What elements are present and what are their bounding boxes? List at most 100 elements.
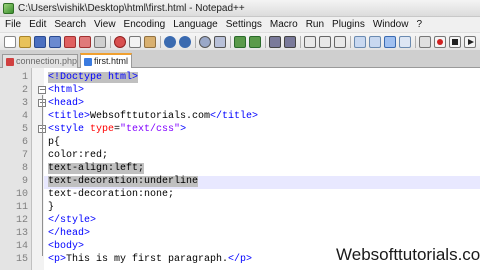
line-number: 10: [15, 189, 28, 200]
line-number: 2: [21, 85, 28, 96]
print-icon[interactable]: [94, 36, 106, 48]
line-number: 9: [21, 176, 28, 187]
notepad-plus-plus-app-icon: [3, 3, 14, 14]
copy-icon[interactable]: [129, 36, 141, 48]
zoom-in-icon[interactable]: [234, 36, 246, 48]
record-macro-icon[interactable]: [434, 36, 446, 48]
code-line: p{: [48, 136, 60, 149]
toolbar-separator: [230, 36, 231, 48]
play-macro-icon[interactable]: [464, 36, 476, 48]
replace-icon[interactable]: [214, 36, 226, 48]
tab-label: connection.php: [16, 56, 78, 66]
code-line: </head>: [48, 227, 90, 240]
line-number: 12: [15, 215, 28, 226]
code-token: </style>: [48, 215, 97, 226]
menu-macro[interactable]: Macro: [266, 17, 302, 33]
doc-map-icon[interactable]: [369, 36, 381, 48]
toolbar-separator: [110, 36, 111, 48]
close-all-icon[interactable]: [79, 36, 91, 48]
window-title: C:\Users\vishik\Desktop\html\first.html …: [18, 3, 245, 14]
code-line: color:red;: [48, 149, 108, 162]
toolbar-separator: [415, 36, 416, 48]
fold-toggle-icon[interactable]: −: [38, 86, 46, 94]
redo-icon[interactable]: [179, 36, 191, 48]
code-token: </p>: [228, 254, 253, 265]
code-token: <title>: [48, 111, 91, 122]
unsaved-file-icon: [6, 58, 14, 66]
code-token: This is my first paragraph.: [66, 254, 229, 265]
find-icon[interactable]: [199, 36, 211, 48]
zoom-out-icon[interactable]: [249, 36, 261, 48]
show-all-chars-icon[interactable]: [319, 36, 331, 48]
new-file-icon[interactable]: [4, 36, 16, 48]
menu-encoding[interactable]: Encoding: [120, 17, 170, 33]
code-token: <p>: [48, 254, 67, 265]
code-line: <style type="text/css">: [48, 123, 186, 136]
line-number: 5: [21, 124, 28, 135]
toolbar-separator: [160, 36, 161, 48]
tab-connection-php[interactable]: connection.php: [2, 54, 78, 68]
menu-run[interactable]: Run: [302, 17, 328, 33]
menu-edit[interactable]: Edit: [25, 17, 50, 33]
menu-bar: File Edit Search View Encoding Language Settin…: [0, 17, 480, 33]
code-token: type: [90, 124, 115, 135]
stop-macro-icon[interactable]: [449, 36, 461, 48]
code-editor[interactable]: 1 2 3 4 5 6 7 8 9 10 11 12 13 14 15 <!Doctype html> <ht…: [0, 68, 480, 270]
code-token: </head>: [48, 228, 91, 239]
code-token: <body>: [48, 241, 85, 252]
line-number: 4: [21, 111, 28, 122]
menu-settings[interactable]: Settings: [222, 17, 266, 33]
lang-icon[interactable]: [354, 36, 366, 48]
word-wrap-icon[interactable]: [304, 36, 316, 48]
title-bar: C:\Users\vishik\Desktop\html\first.html …: [0, 0, 480, 17]
code-token: text-decoration:none;: [48, 189, 175, 200]
code-token: }: [48, 202, 55, 213]
code-token: text-decoration:underline: [48, 176, 199, 187]
code-line: <p>This is my first paragraph.</p>: [48, 253, 252, 266]
line-number: 11: [15, 202, 28, 213]
code-token: color:red;: [48, 150, 109, 161]
line-number: 14: [15, 241, 28, 252]
undo-icon[interactable]: [164, 36, 176, 48]
menu-language[interactable]: Language: [169, 17, 222, 33]
tab-first-html[interactable]: first.html: [80, 53, 132, 68]
close-icon[interactable]: [64, 36, 76, 48]
watermark: Websofttutorials.com: [336, 245, 480, 264]
tab-label: first.html: [94, 56, 129, 66]
toolbar: [0, 33, 480, 51]
code-line: }: [48, 201, 54, 214]
folder-workspace-icon[interactable]: [399, 36, 411, 48]
toolbar-separator: [300, 36, 301, 48]
fold-line: [42, 95, 43, 256]
sync-vertical-icon[interactable]: [269, 36, 281, 48]
code-line: text-decoration:none;: [48, 188, 174, 201]
save-all-icon[interactable]: [49, 36, 61, 48]
code-token: <!Doctype html>: [48, 72, 139, 83]
code-line: text-align:left;: [48, 162, 145, 175]
menu-window[interactable]: Window: [369, 17, 413, 33]
toolbar-separator: [265, 36, 266, 48]
menu-view[interactable]: View: [90, 17, 120, 33]
menu-search[interactable]: Search: [50, 17, 90, 33]
open-file-icon[interactable]: [19, 36, 31, 48]
menu-plugins[interactable]: Plugins: [328, 17, 369, 33]
paste-icon[interactable]: [144, 36, 156, 48]
toolbar-separator: [350, 36, 351, 48]
sync-horizontal-icon[interactable]: [284, 36, 296, 48]
code-token: >: [180, 124, 187, 135]
line-number: 15: [15, 254, 28, 265]
code-line: <html>: [48, 84, 84, 97]
function-list-icon[interactable]: [384, 36, 396, 48]
line-number: 3: [21, 98, 28, 109]
line-number: 6: [21, 137, 28, 148]
code-line: <title>Websofttutorials.com</title>: [48, 110, 258, 123]
monitor-icon[interactable]: [419, 36, 431, 48]
menu-file[interactable]: File: [0, 17, 25, 33]
cut-icon[interactable]: [114, 36, 126, 48]
line-number: 8: [21, 163, 28, 174]
save-icon[interactable]: [34, 36, 46, 48]
code-token: <style: [48, 124, 91, 135]
indent-guide-icon[interactable]: [334, 36, 346, 48]
menu-help[interactable]: ?: [412, 17, 426, 33]
code-line: text-decoration:underline: [48, 175, 199, 188]
